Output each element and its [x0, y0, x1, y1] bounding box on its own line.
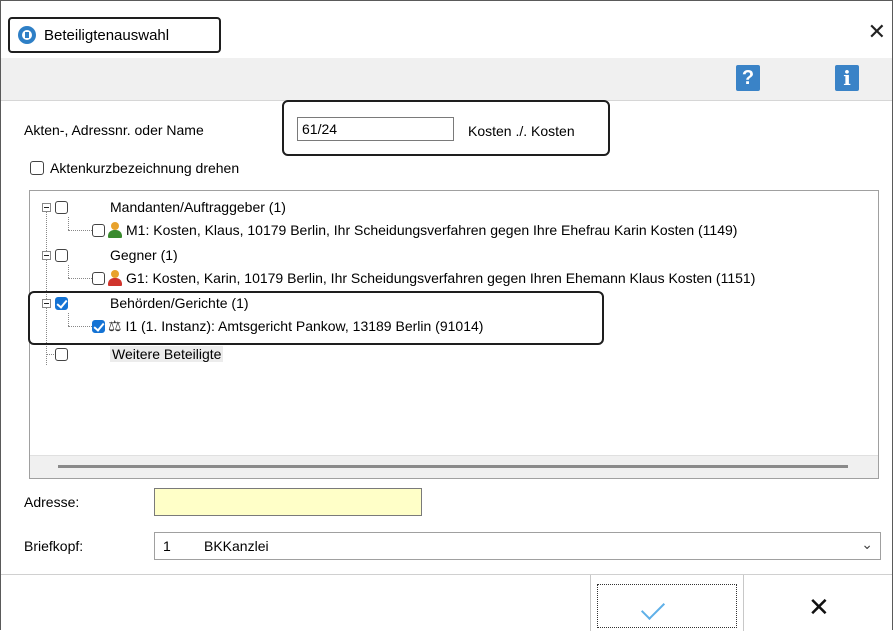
- info-icon[interactable]: i: [835, 65, 859, 91]
- item-checkbox[interactable]: [92, 223, 105, 237]
- search-input[interactable]: [297, 117, 454, 141]
- turn-checkbox-label: Aktenkurzbezeichnung drehen: [50, 160, 240, 176]
- group-checkbox[interactable]: [55, 200, 68, 214]
- search-label: Akten-, Adressnr. oder Name: [24, 122, 204, 138]
- title-box: Beteiligtenauswahl: [8, 17, 221, 53]
- tree-item[interactable]: M1: Kosten, Klaus, 10179 Berlin, Ihr Sch…: [92, 219, 737, 241]
- tree-item-label: G1: Kosten, Karin, 10179 Berlin, Ihr Sch…: [126, 270, 756, 286]
- person-green-icon: [108, 222, 122, 238]
- cancel-button[interactable]: ✕: [808, 594, 830, 620]
- app-icon: [18, 26, 36, 44]
- tree-item-label: M1: Kosten, Klaus, 10179 Berlin, Ihr Sch…: [126, 222, 738, 238]
- help-icon[interactable]: ?: [736, 65, 760, 91]
- tree-group-mandanten[interactable]: Mandanten/Auftraggeber (1): [42, 196, 286, 218]
- letterhead-label: Briefkopf:: [24, 538, 84, 554]
- tree-group-gegner[interactable]: Gegner (1): [42, 244, 178, 266]
- tree-connector: [68, 278, 92, 279]
- toolbar: ? i: [1, 58, 892, 101]
- title-bar: Beteiligtenauswahl ✕: [1, 1, 892, 65]
- turn-checkbox-row[interactable]: Aktenkurzbezeichnung drehen: [30, 160, 239, 176]
- turn-checkbox[interactable]: [30, 161, 44, 175]
- letterhead-number: 1: [163, 538, 171, 554]
- letterhead-select[interactable]: 1 BKKanzlei ⌄: [154, 532, 881, 560]
- selected-authority-highlight: [28, 291, 604, 345]
- group-checkbox[interactable]: [55, 248, 68, 262]
- scrollbar-thumb[interactable]: [58, 465, 848, 468]
- button-bar: [1, 574, 892, 631]
- tree-connector: [68, 217, 69, 230]
- close-icon[interactable]: ✕: [868, 21, 886, 43]
- group-checkbox[interactable]: [55, 347, 68, 361]
- window-title: Beteiligtenauswahl: [44, 26, 170, 44]
- tree-group-weitere[interactable]: Weitere Beteiligte: [42, 343, 224, 365]
- search-result-label: Kosten ./. Kosten: [468, 123, 575, 139]
- person-red-icon: [108, 270, 122, 286]
- collapse-icon[interactable]: [42, 202, 51, 212]
- tree-item[interactable]: G1: Kosten, Karin, 10179 Berlin, Ihr Sch…: [92, 267, 755, 289]
- item-checkbox[interactable]: [92, 271, 105, 285]
- ok-button[interactable]: [590, 575, 744, 631]
- tree-group-label: Mandanten/Auftraggeber (1): [110, 199, 286, 215]
- tree-group-label: Gegner (1): [110, 247, 178, 263]
- focus-rect: [597, 584, 737, 628]
- tree-connector: [68, 265, 69, 278]
- horizontal-scrollbar[interactable]: [30, 455, 878, 478]
- chevron-down-icon[interactable]: ⌄: [861, 536, 873, 553]
- collapse-icon[interactable]: [42, 250, 51, 260]
- address-label: Adresse:: [24, 494, 80, 510]
- address-field[interactable]: [154, 488, 422, 516]
- tree-group-label: Weitere Beteiligte: [110, 346, 224, 362]
- letterhead-name: BKKanzlei: [204, 538, 269, 554]
- tree-connector: [68, 230, 92, 231]
